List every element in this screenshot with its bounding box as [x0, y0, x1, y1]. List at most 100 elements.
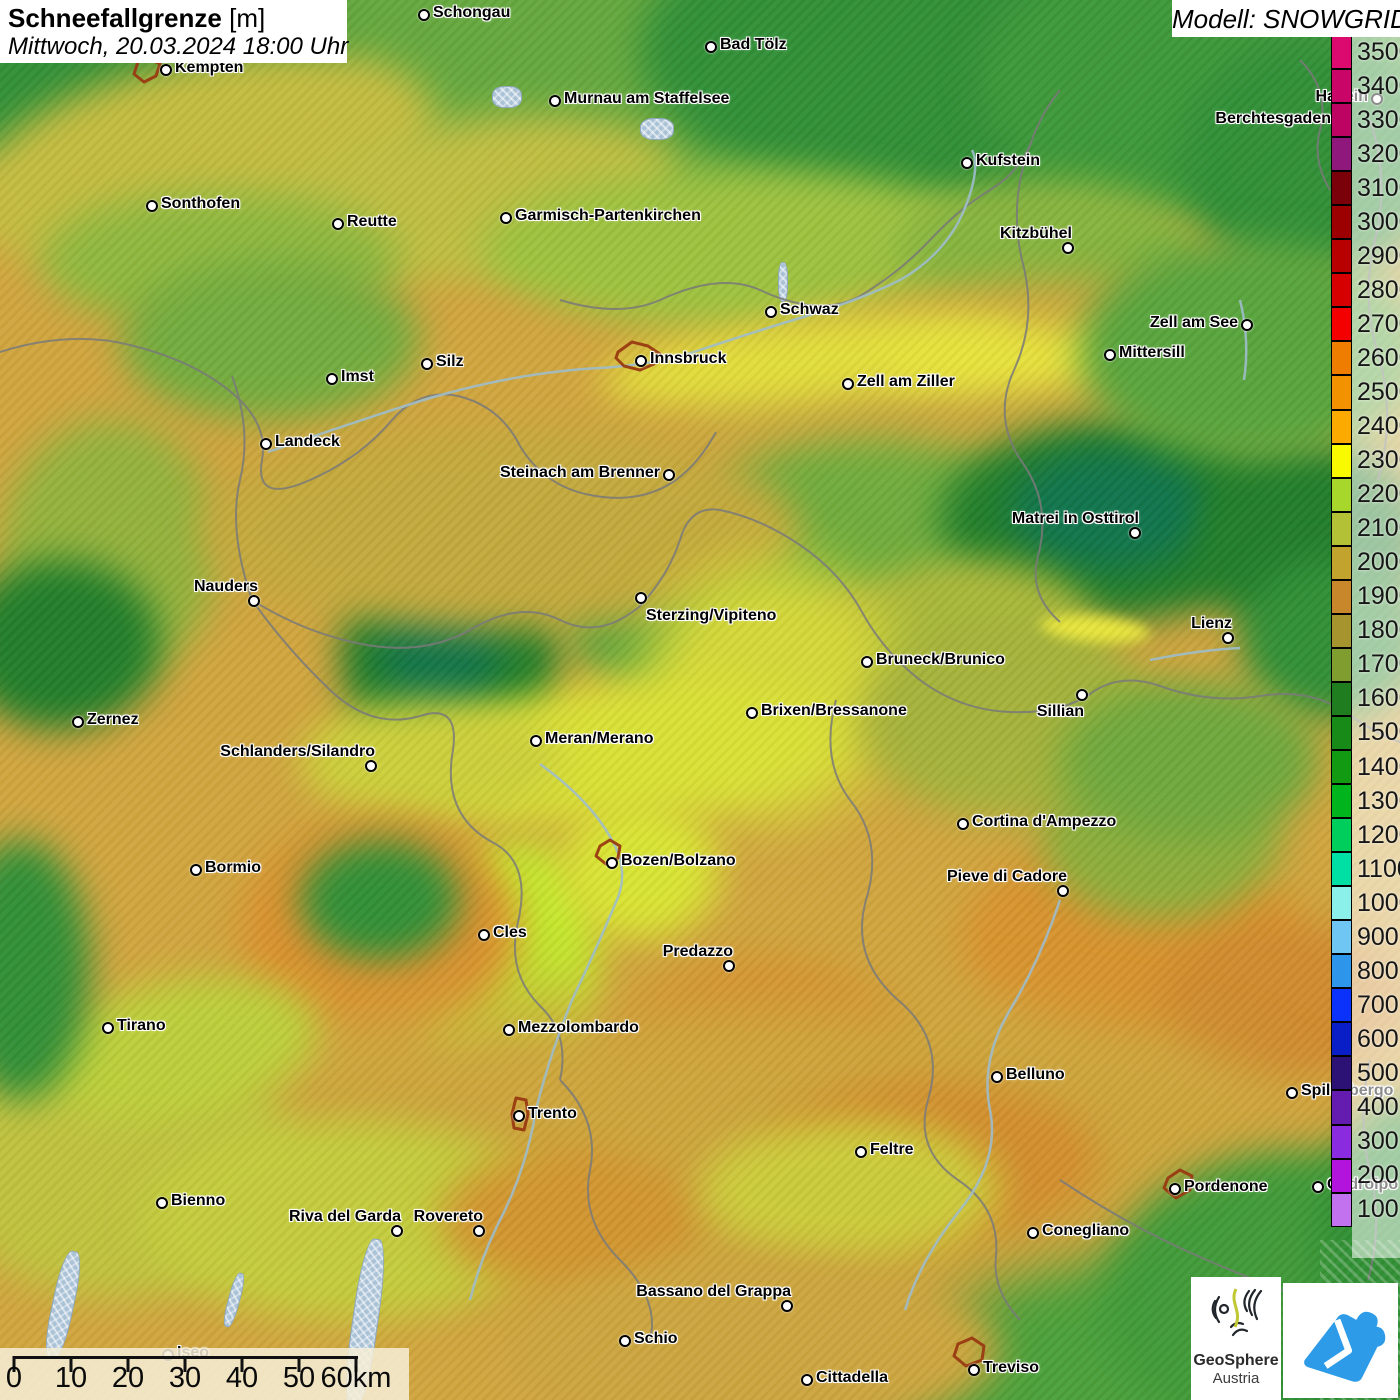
city-dot-icon	[1129, 527, 1141, 539]
colorbar-entry: 200	[1331, 1159, 1400, 1193]
city-name: Cittadella	[816, 1369, 888, 1387]
city-name: Schio	[634, 1330, 678, 1348]
city-name: Lienz	[1191, 615, 1232, 633]
colorbar-entry: 2900	[1331, 239, 1400, 273]
colorbar-value: 2600	[1357, 346, 1400, 371]
city-name: Sillian	[1037, 703, 1084, 721]
colorbar-value: 1300	[1357, 789, 1400, 814]
scale-tick-label: 20	[112, 1362, 144, 1395]
colorbar-entry: 2100	[1331, 512, 1400, 546]
city-dot-icon	[781, 1300, 793, 1312]
city-name: Bruneck/Brunico	[876, 651, 1005, 669]
city-dot-icon	[968, 1364, 980, 1376]
colorbar-swatch	[1331, 444, 1352, 478]
city-name: Kufstein	[976, 152, 1040, 170]
colorbar-swatch	[1331, 512, 1352, 546]
colorbar-entry: 600	[1331, 1022, 1400, 1056]
city-dot-icon	[635, 355, 647, 367]
city-name: Murnau am Staffelsee	[564, 90, 729, 108]
geosphere-logo-icon	[1205, 1283, 1267, 1345]
city-name: Bozen/Bolzano	[621, 852, 736, 870]
city-name: Nauders	[194, 578, 258, 596]
partner-logo	[1283, 1283, 1398, 1398]
colorbar-entry: 1700	[1331, 648, 1400, 682]
geosphere-logo-country: Austria	[1191, 1370, 1281, 1387]
city-dot-icon	[248, 595, 260, 607]
city-dot-icon	[723, 960, 735, 972]
colorbar-entry: 3400	[1331, 69, 1400, 103]
colorbar-entry: 300	[1331, 1125, 1400, 1159]
city-dot-icon	[473, 1225, 485, 1237]
city-name: Mezzolombardo	[518, 1019, 639, 1037]
colorbar-swatch	[1331, 478, 1352, 512]
city-dot-icon	[855, 1146, 867, 1158]
city-name: Silz	[436, 353, 464, 371]
colorbar-swatch	[1331, 273, 1352, 307]
city-dot-icon	[146, 200, 158, 212]
city-dot-icon	[500, 212, 512, 224]
colorbar-swatch	[1331, 1193, 1352, 1227]
city-name: Landeck	[275, 433, 340, 451]
colorbar-value: 2000	[1357, 550, 1400, 575]
city-dot-icon	[1286, 1087, 1298, 1099]
city-dot-icon	[156, 1197, 168, 1209]
colorbar-swatch	[1331, 239, 1352, 273]
colorbar-value: 3100	[1357, 176, 1400, 201]
geosphere-logo-name: GeoSphere	[1191, 1352, 1281, 1370]
colorbar-entry: 2700	[1331, 307, 1400, 341]
colorbar-swatch	[1331, 784, 1352, 818]
colorbar-entry: 1400	[1331, 750, 1400, 784]
city-dot-icon	[102, 1022, 114, 1034]
city-dot-icon	[957, 818, 969, 830]
city-name: Bad Tölz	[720, 36, 787, 54]
city-name: Schlanders/Silandro	[220, 743, 375, 761]
colorbar-swatch	[1331, 69, 1352, 103]
colorbar-entry: 1200	[1331, 818, 1400, 852]
city-dot-icon	[705, 41, 717, 53]
colorbar-swatch	[1331, 1056, 1352, 1090]
colorbar-swatch	[1331, 682, 1352, 716]
colorbar-swatch	[1331, 716, 1352, 750]
city-dot-icon	[1027, 1227, 1039, 1239]
city-dot-icon	[1062, 242, 1074, 254]
colorbar-entry: 3200	[1331, 137, 1400, 171]
colorbar-swatch	[1331, 205, 1352, 239]
city-name: Cles	[493, 924, 527, 942]
weather-map-screenshot: Schongau Bad Tölz Kempten Murnau am Staf…	[0, 0, 1400, 1400]
model-label: Modell: SNOWGRID	[1172, 0, 1400, 37]
colorbar-entry: 2500	[1331, 375, 1400, 409]
colorbar-value: 1100	[1357, 857, 1400, 882]
colorbar-entry: 2600	[1331, 341, 1400, 375]
city-name: Sterzing/Vipiteno	[646, 607, 776, 625]
city-name: Schwaz	[780, 301, 839, 319]
colorbar-value: 3200	[1357, 142, 1400, 167]
colorbar-value: 400	[1357, 1095, 1399, 1120]
colorbar-entry: 1500	[1331, 716, 1400, 750]
city-dot-icon	[619, 1335, 631, 1347]
city-name: Kitzbühel	[1000, 225, 1072, 243]
colorbar-entry: 700	[1331, 988, 1400, 1022]
city-name: Matrei in Osttirol	[1012, 510, 1139, 528]
scale-tick-label: 10	[55, 1362, 87, 1395]
colorbar-entry: 3500	[1331, 35, 1400, 69]
city-name: Innsbruck	[650, 350, 726, 368]
city-name: Imst	[341, 368, 374, 386]
city-name: Predazzo	[663, 943, 733, 961]
colorbar-legend: 3500 3400 3300 3200 3100	[1331, 35, 1400, 1227]
city-dot-icon	[606, 857, 618, 869]
city-name: Zell am See	[1150, 314, 1238, 332]
colorbar-value: 200	[1357, 1163, 1399, 1188]
colorbar-value: 3300	[1357, 108, 1400, 133]
scale-tick-label: 50	[283, 1362, 315, 1395]
colorbar-entry: 3100	[1331, 171, 1400, 205]
colorbar-value: 1800	[1357, 618, 1400, 643]
city-name: Belluno	[1006, 1066, 1065, 1084]
city-dot-icon	[478, 929, 490, 941]
city-dot-icon	[72, 716, 84, 728]
city-dot-icon	[1169, 1183, 1181, 1195]
city-dot-icon	[326, 373, 338, 385]
colorbar-value: 1200	[1357, 823, 1400, 848]
city-dot-icon	[332, 218, 344, 230]
colorbar-value: 2500	[1357, 380, 1400, 405]
colorbar-value: 1400	[1357, 755, 1400, 780]
